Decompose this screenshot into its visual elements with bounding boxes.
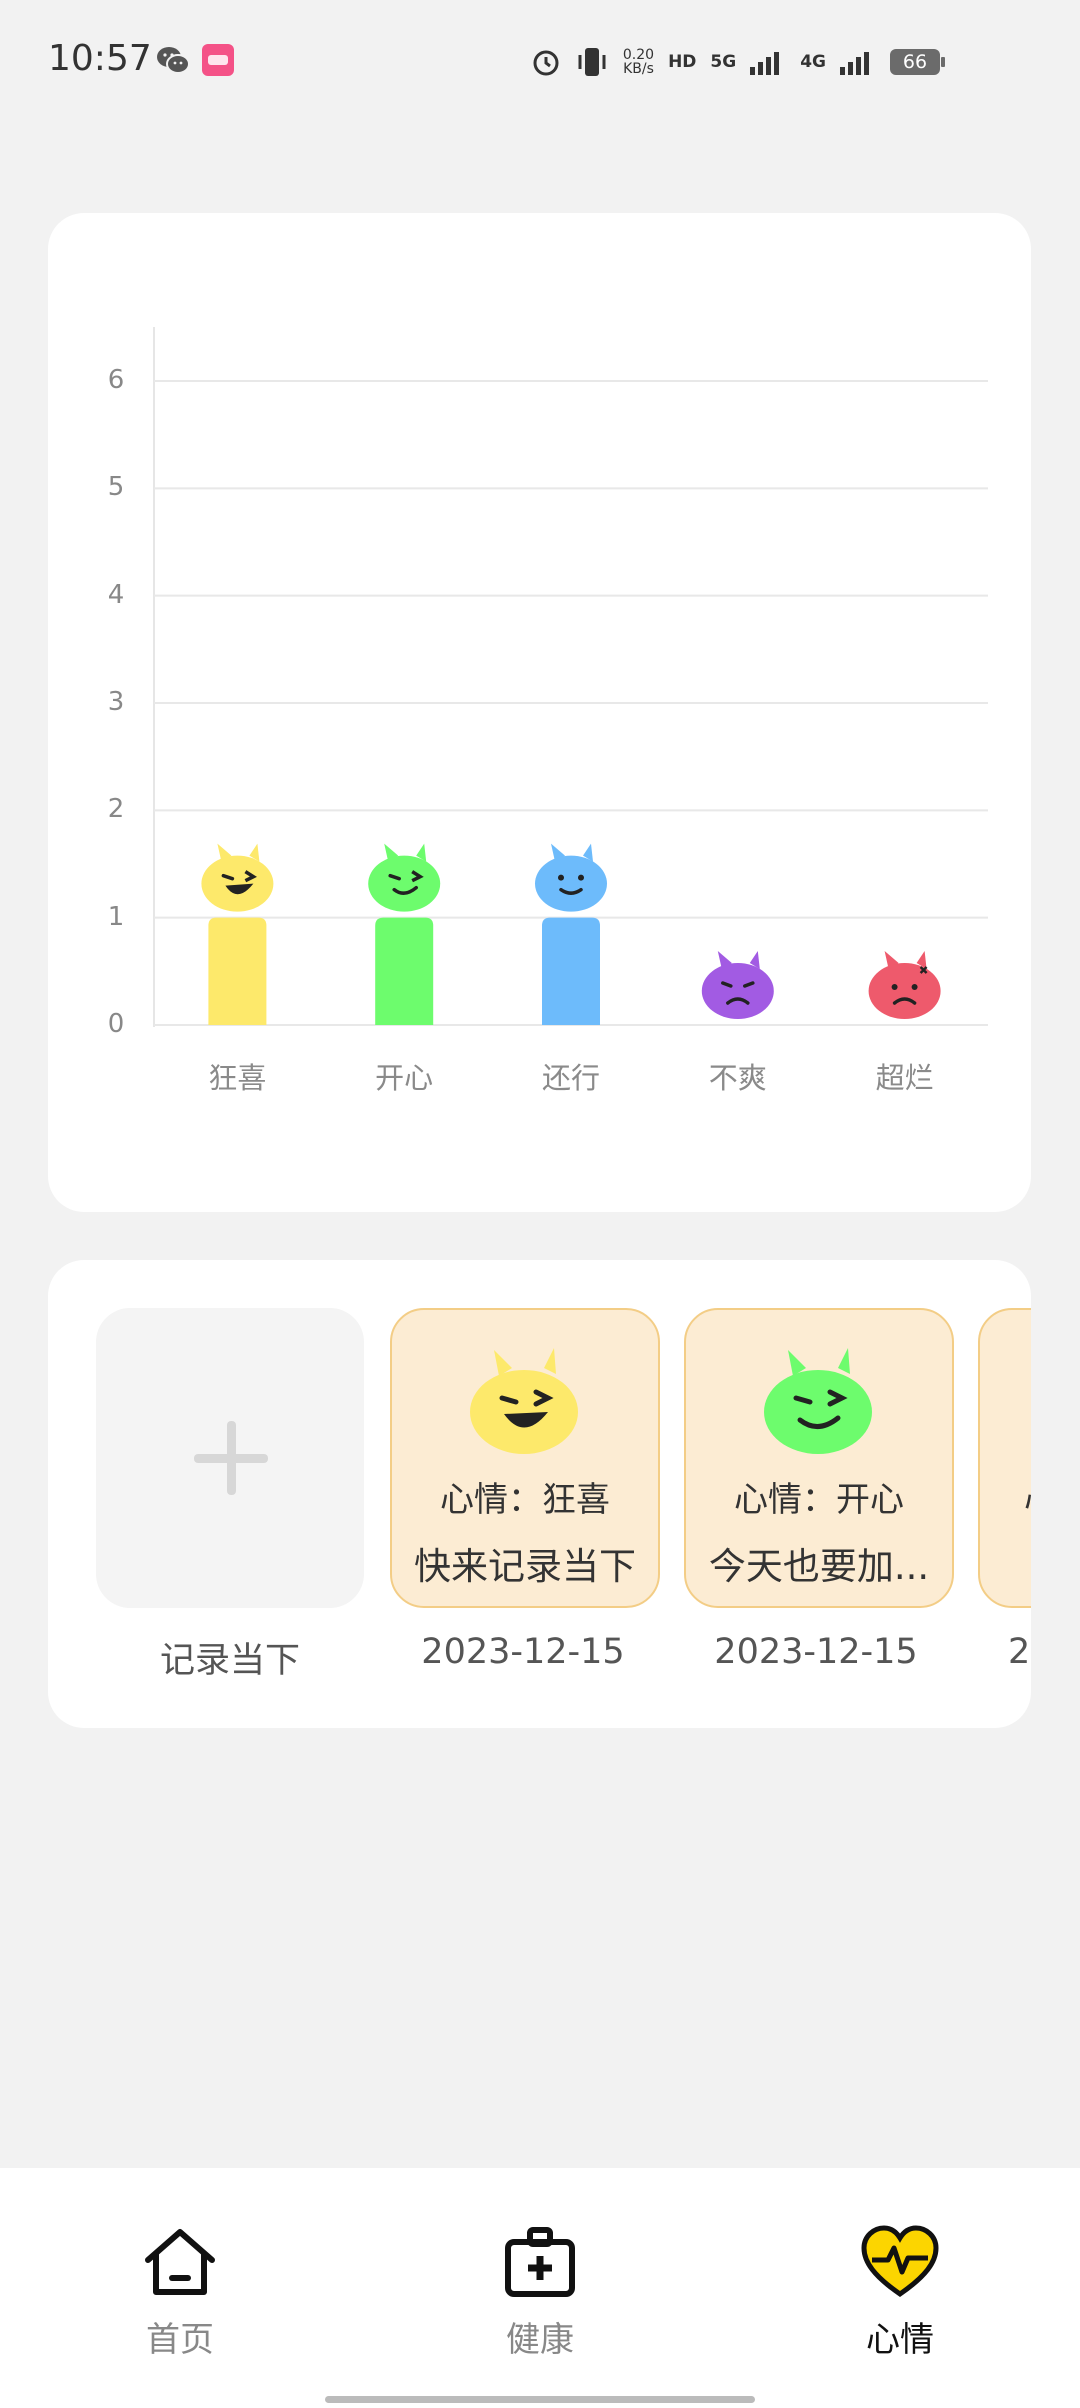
signal-icon	[750, 52, 780, 75]
record-text: 今天也要加...	[708, 1545, 930, 1588]
bar-狂喜	[208, 917, 267, 1025]
record-card-item[interactable]: 心	[978, 1308, 1031, 1608]
home-indicator[interactable]	[325, 2396, 755, 2403]
nav-mood-label: 心情	[866, 2320, 934, 2360]
battery-icon: 66	[890, 49, 945, 75]
record-text: 快来记录当下	[414, 1545, 636, 1588]
bar-开心	[375, 917, 434, 1025]
network-4g: 4G	[800, 52, 826, 72]
nav-health[interactable]: 健康	[450, 2222, 630, 2362]
record-mood: 心	[1024, 1472, 1031, 1521]
x-tick-label: 不爽	[708, 1061, 767, 1095]
x-tick-label: 超烂	[875, 1061, 934, 1095]
network-5g: 5G	[710, 52, 737, 72]
y-tick-label: 2	[107, 794, 125, 825]
upset-face-icon	[701, 951, 774, 1019]
status-indicators: 0.20 KB/s HD 5G 4G 66	[531, 40, 945, 84]
record-date: 2	[1008, 1632, 1031, 1672]
vibrate-icon	[578, 48, 606, 76]
x-tick-label: 狂喜	[208, 1061, 267, 1095]
signal-icon	[840, 52, 869, 75]
y-tick-label: 3	[107, 687, 125, 717]
y-tick-label: 1	[107, 901, 125, 932]
ecstatic-face-icon	[470, 1348, 578, 1454]
heart-pulse-icon	[861, 2225, 939, 2298]
happy-face-icon	[764, 1348, 872, 1454]
y-tick-label: 0	[107, 1009, 125, 1039]
bar-还行	[542, 917, 600, 1025]
ok-face-icon	[535, 843, 607, 912]
record-mood: 心情：开心	[734, 1480, 904, 1520]
y-tick-label: 6	[107, 365, 125, 395]
app-notification-icon	[202, 44, 234, 76]
add-record-label: 记录当下	[159, 1641, 300, 1681]
net-speed: 0.20 KB/s	[622, 47, 655, 77]
nav-home[interactable]: 首页	[90, 2222, 270, 2362]
bottom-navigation: 首页 健康 心情	[0, 2168, 1080, 2408]
record-mood: 心情：狂喜	[440, 1480, 610, 1520]
hd-badge: HD	[668, 52, 697, 72]
add-record-button[interactable]	[96, 1308, 364, 1608]
record-card-item[interactable]: 心情：开心 今天也要加...	[684, 1308, 954, 1608]
record-date: 2023-12-15	[714, 1632, 918, 1672]
wechat-icon	[157, 47, 190, 74]
nav-health-label: 健康	[506, 2320, 574, 2360]
terrible-face-icon	[868, 951, 941, 1019]
happy-face-icon	[368, 843, 441, 912]
mood-records-card: 记录当下 心情：狂喜 快来记录当下 2023-12-15 心情：开心 今天也要加…	[48, 1260, 1031, 1728]
y-tick-label: 4	[107, 579, 125, 610]
alarm-icon	[533, 50, 559, 76]
record-card-item[interactable]: 心情：狂喜 快来记录当下	[390, 1308, 660, 1608]
nav-mood[interactable]: 心情	[810, 2222, 990, 2362]
home-icon	[145, 2229, 215, 2295]
nav-home-label: 首页	[146, 2320, 214, 2360]
record-date: 2023-12-15	[421, 1632, 625, 1672]
status-time: 10:57	[48, 38, 152, 79]
mood-chart-card: 0 1 2 3 4 5 6 狂喜 开心 还行 不爽 超烂	[48, 213, 1031, 1212]
x-tick-label: 开心	[375, 1061, 434, 1095]
ecstatic-face-icon	[201, 843, 274, 912]
status-bar: 10:57 0.20 KB/s HD 5G 4G 66	[0, 0, 1080, 124]
medical-kit-icon	[505, 2227, 575, 2297]
x-tick-label: 还行	[541, 1061, 600, 1095]
y-tick-label: 5	[107, 472, 125, 503]
